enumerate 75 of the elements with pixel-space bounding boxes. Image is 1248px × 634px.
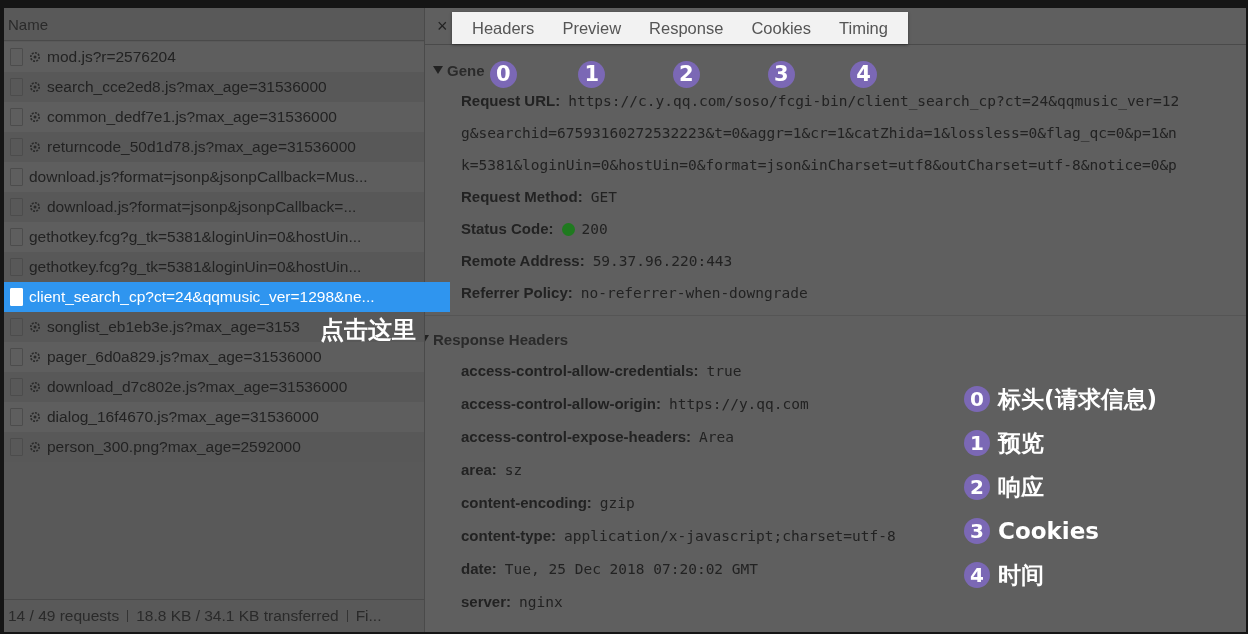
field-value: application/x-javascript;charset=utf-8 (564, 526, 896, 546)
field-value: true (706, 361, 742, 381)
number-badge: 4 (964, 562, 990, 588)
legend-text: 响应 (998, 472, 1044, 502)
request-row[interactable]: download.js?format=jsonp&jsonpCallback=Mus... (4, 162, 424, 192)
field-value: gzip (599, 493, 635, 513)
request-name: common_dedf7e1.js?max_age=31536000 (47, 108, 337, 126)
gear-icon (29, 141, 41, 153)
tab[interactable]: Cookies (745, 18, 817, 38)
tab[interactable]: Response (643, 18, 730, 38)
request-row[interactable]: dialog_16f4670.js?max_age=31536000 (4, 402, 424, 432)
field-label: content-type: (461, 526, 556, 546)
request-row[interactable]: mod.js?r=2576204 (4, 42, 424, 72)
request-row[interactable]: common_dedf7e1.js?max_age=31536000 (4, 102, 424, 132)
gear-icon (29, 51, 41, 63)
field-value: 200 (581, 220, 608, 239)
gear-icon (29, 411, 41, 423)
field-label: server: (461, 592, 512, 612)
field-value: k=5381&loginUin=0&hostUin=0&format=json&inCharset=utf8&outCharset=utf-8&notice=0&p (461, 156, 1177, 175)
tab[interactable]: Headers (466, 18, 541, 38)
field-value: sz (504, 460, 523, 480)
field-value: GET (590, 188, 617, 207)
number-badge: 0 (964, 386, 990, 412)
request-row[interactable]: pager_6d0a829.js?max_age=31536000 (4, 342, 424, 372)
field-value: Tue, 25 Dec 2018 07:20:02 GMT (504, 559, 758, 579)
field-label: Remote Address: (461, 251, 585, 271)
field-label: access-control-allow-credentials: (461, 361, 699, 381)
field-label: area: (461, 460, 497, 480)
legend-text: Cookies (998, 518, 1099, 544)
number-badge: 3 (964, 518, 990, 544)
request-row[interactable]: client_search_cp?ct=24&qqmusic_ver=1298&ne... (4, 282, 450, 312)
number-badge: 2 (672, 60, 700, 88)
tab[interactable]: Timing (833, 18, 894, 38)
number-badge: 4 (849, 60, 877, 88)
field-value: 59.37.96.220:443 (592, 252, 733, 271)
close-button[interactable]: × (437, 15, 448, 37)
request-name: download.js?format=jsonp&jsonpCallback=Mus... (29, 168, 368, 186)
expand-triangle-icon[interactable] (433, 66, 443, 74)
legend-text: 预览 (998, 428, 1044, 458)
field-label: Request URL: (461, 91, 561, 111)
request-name: gethotkey.fcg?g_tk=5381&loginUin=0&hostUin... (29, 228, 362, 246)
file-icon (10, 288, 23, 306)
tab[interactable]: Preview (556, 18, 628, 38)
field-label: content-encoding: (461, 493, 592, 513)
gear-icon (29, 381, 41, 393)
gear-icon (29, 441, 41, 453)
field-label: access-control-allow-origin: (461, 394, 662, 414)
gear-icon (29, 201, 41, 213)
field-value: no-referrer-when-downgrade (580, 284, 808, 303)
number-badge: 1 (578, 60, 606, 88)
legend-text: 标头(请求信息) (998, 384, 1158, 414)
field-value: https://y.qq.com (669, 394, 809, 414)
gear-icon (29, 111, 41, 123)
gear-icon (29, 351, 41, 363)
number-badge: 1 (964, 430, 990, 456)
field-value: https://c.y.qq.com/soso/fcgi-bin/client_search_cp?ct=24&qqmusic_ver=12 (568, 92, 1180, 112)
field-label: Status Code: (461, 219, 554, 239)
field-label: date: (461, 559, 497, 579)
request-name: mod.js?r=2576204 (47, 48, 176, 66)
field-value: g&searchid=67593160272532223&t=0&aggr=1&cr=1&catZhida=1&lossless=0&flag_qc=0&p=1&n (461, 124, 1177, 144)
request-row[interactable]: gethotkey.fcg?g_tk=5381&loginUin=0&hostUin... (4, 222, 424, 252)
field-value: Area (699, 427, 734, 447)
number-badge: 0 (489, 60, 517, 88)
field-label: Request Method: (461, 187, 583, 207)
request-name: client_search_cp?ct=24&qqmusic_ver=1298&ne... (29, 288, 375, 306)
field-label: Referrer Policy: (461, 283, 573, 303)
legend-text: 时间 (998, 560, 1044, 590)
number-badge: 2 (964, 474, 990, 500)
gear-icon (29, 81, 41, 93)
request-name: dialog_16f4670.js?max_age=31536000 (47, 408, 319, 426)
number-badge: 3 (767, 60, 795, 88)
field-value: nginx (519, 592, 563, 612)
gear-icon (29, 321, 41, 333)
request-name: pager_6d0a829.js?max_age=31536000 (47, 348, 322, 366)
field-label: access-control-expose-headers: (461, 427, 692, 447)
